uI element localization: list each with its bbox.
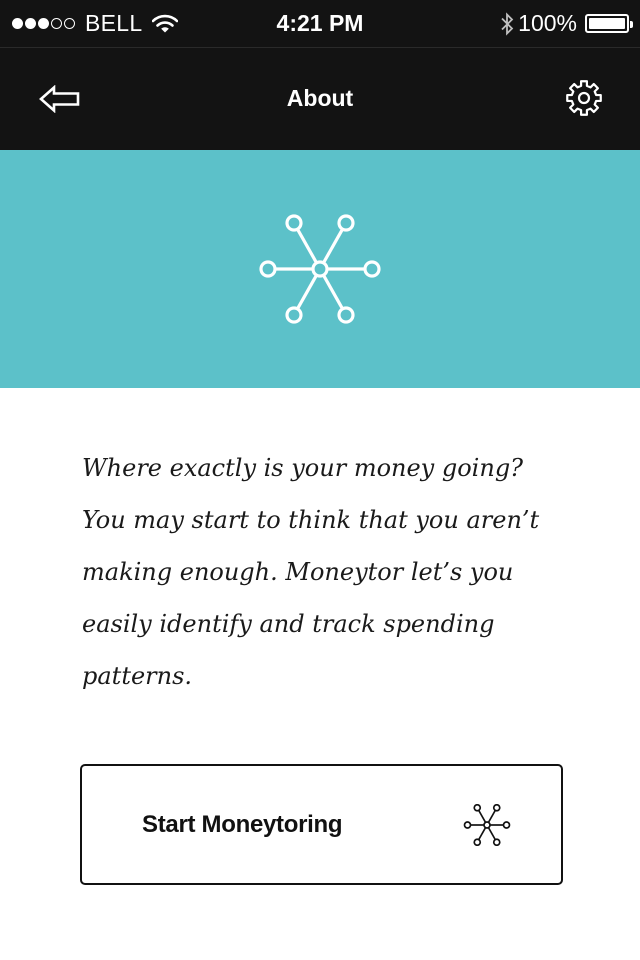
node-spoke <box>296 274 318 310</box>
start-button-label: Start Moneytoring <box>142 811 343 838</box>
status-right: 100% <box>500 0 633 47</box>
about-screen: BELL 4:21 PM 100% About Where exactly is… <box>0 0 640 960</box>
node-circle <box>473 838 482 846</box>
page-title: About <box>286 85 354 111</box>
node-circle <box>285 306 303 324</box>
node-spoke <box>487 827 497 841</box>
network-node-icon <box>463 804 511 846</box>
node-spoke <box>296 228 318 264</box>
status-bar: BELL 4:21 PM 100% <box>0 0 640 47</box>
back-button[interactable] <box>30 76 90 122</box>
node-circle <box>285 214 303 232</box>
node-spoke <box>477 827 487 841</box>
back-arrow-icon <box>39 85 80 113</box>
node-circle <box>337 306 355 324</box>
node-circle <box>492 838 501 846</box>
battery-tip <box>630 21 633 28</box>
node-circle <box>337 214 355 232</box>
battery-level-fill <box>589 18 625 29</box>
node-circle <box>492 804 501 812</box>
battery-percentage: 100% <box>518 10 577 36</box>
network-node-icon <box>259 214 381 324</box>
gear-icon <box>566 80 602 116</box>
bluetooth-icon <box>501 11 514 36</box>
battery-icon <box>585 14 633 33</box>
node-circle <box>259 260 277 278</box>
node-spoke <box>487 809 497 823</box>
node-spoke <box>322 274 344 310</box>
node-spoke <box>477 809 487 823</box>
node-spoke <box>322 228 344 264</box>
node-circle <box>473 804 482 812</box>
node-circle <box>363 260 381 278</box>
settings-button[interactable] <box>558 72 610 124</box>
gear-center <box>577 91 591 105</box>
node-circle <box>463 821 472 829</box>
node-circle <box>502 821 511 829</box>
navigation-bar: About <box>0 47 640 150</box>
hero-banner <box>0 150 640 388</box>
node-center <box>483 821 491 829</box>
node-center <box>311 260 329 278</box>
about-description: Where exactly is your money going? You m… <box>82 454 540 690</box>
start-moneytoring-button[interactable]: Start Moneytoring <box>80 764 563 885</box>
gear-outline <box>566 80 602 116</box>
